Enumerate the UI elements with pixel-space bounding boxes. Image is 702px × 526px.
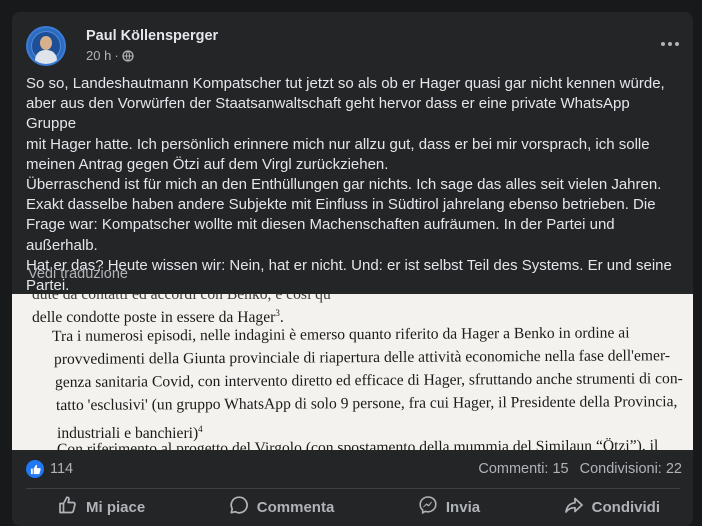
image-text-line: Tra i numerosi episodi, nelle indagini è… xyxy=(51,324,630,345)
action-bar: Mi piace Commenta Invia Condividi xyxy=(26,492,682,522)
see-translation-link[interactable]: Vedi traduzione xyxy=(28,266,128,282)
author-name[interactable]: Paul Köllensperger xyxy=(86,28,218,44)
post-text-line: Exakt dasselbe haben andere Subjekte mit… xyxy=(26,196,656,214)
send-button[interactable]: Invia xyxy=(418,492,480,522)
post-text-line: mit Hager hatte. Ich persönlich erinnere… xyxy=(26,135,650,153)
image-text-line: tatto 'esclusivi' (un gruppo WhatsApp di… xyxy=(55,393,678,414)
like-count[interactable]: 114 xyxy=(50,461,73,477)
image-text-fragment: delle condotte poste in essere da Hager xyxy=(32,309,276,327)
share-button[interactable]: Condividi xyxy=(564,492,660,522)
post-stats: 114 Commenti: 15 Condivisioni: 22 xyxy=(26,460,682,480)
dot-separator: · xyxy=(114,48,119,63)
comments-count[interactable]: Commenti: 15 xyxy=(478,461,568,477)
post-image[interactable]: dute da contatti ed accordi con Benko, è… xyxy=(12,294,693,450)
footnote-mark: 4 xyxy=(198,424,203,434)
post-header: Paul Köllensperger 20 h · xyxy=(26,26,686,66)
comment-button-label: Commenta xyxy=(256,498,335,516)
post-card: Paul Köllensperger 20 h · So so, Landesh… xyxy=(12,12,693,526)
post-text-line: Frage war: Kompatscher wollte mit diesen… xyxy=(26,216,615,254)
post-text-line: Überraschend ist für mich an den Enthüll… xyxy=(26,176,662,194)
post-text-line: meinen Antrag gegen Ötzi auf dem Virgl z… xyxy=(26,155,389,173)
share-button-label: Condividi xyxy=(591,498,660,516)
divider xyxy=(26,488,680,489)
post-meta: 20 h · xyxy=(86,48,134,63)
like-reaction-icon[interactable] xyxy=(26,460,44,478)
comment-button[interactable]: Commenta xyxy=(229,492,335,522)
comment-icon xyxy=(229,495,249,519)
post-text-line: aber aus den Vorwürfen der Staatsanwalts… xyxy=(26,95,630,133)
post-text-line: So so, Landeshautmann Kompatscher tut je… xyxy=(26,75,665,92)
thumbs-up-icon xyxy=(58,495,78,519)
more-options-icon[interactable] xyxy=(658,34,682,54)
post-text: So so, Landeshautmann Kompatscher tut je… xyxy=(26,74,682,296)
avatar[interactable] xyxy=(26,26,66,66)
send-button-label: Invia xyxy=(445,498,481,516)
image-text-line: provvedimenti della Giunta provinciale d… xyxy=(53,347,671,368)
messenger-icon xyxy=(418,495,438,519)
image-text-line: genza sanitaria Covid, con intervento di… xyxy=(54,370,683,391)
post-time[interactable]: 20 h xyxy=(86,48,111,63)
like-button[interactable]: Mi piace xyxy=(58,492,145,522)
like-button-label: Mi piace xyxy=(86,498,146,516)
shares-count[interactable]: Condivisioni: 22 xyxy=(580,461,682,477)
share-arrow-icon xyxy=(564,495,584,519)
image-text-fragment: . xyxy=(279,309,284,327)
engagement-counts: Commenti: 15 Condivisioni: 22 xyxy=(478,461,682,477)
globe-icon[interactable] xyxy=(122,49,134,62)
